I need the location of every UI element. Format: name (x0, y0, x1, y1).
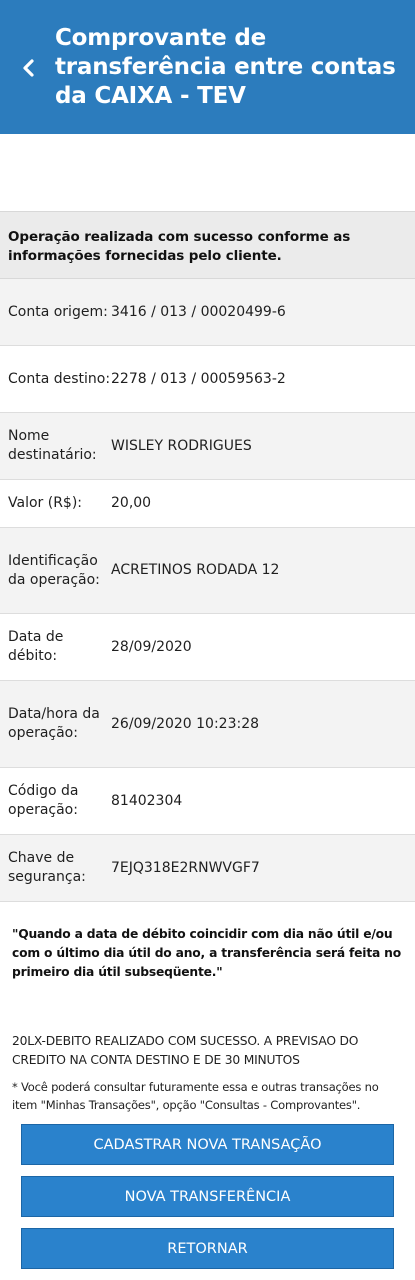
page-title: Comprovante de transferência entre conta… (55, 25, 396, 109)
business-day-notice: "Quando a data de débito coincidir com d… (12, 927, 401, 979)
new-transaction-button[interactable]: CADASTRAR NOVA TRANSAÇÃO (21, 1124, 394, 1165)
detail-label: Conta destino: (8, 370, 111, 387)
detail-label: Identificação da operação: (8, 552, 100, 588)
detail-row-conta-origem: Conta origem: 3416 / 013 / 00020499-6 (0, 279, 415, 346)
detail-value: 3416 / 013 / 00020499-6 (111, 303, 286, 320)
detail-value: 28/09/2020 (111, 638, 192, 655)
detail-row-conta-destino: Conta destino: 2278 / 013 / 00059563-2 (0, 346, 415, 413)
detail-value: 81402304 (111, 792, 183, 809)
detail-value: 2278 / 013 / 00059563-2 (111, 370, 286, 387)
detail-label: Valor (R$): (8, 495, 83, 511)
detail-label: Nome destinatário: (8, 428, 97, 463)
detail-value: 20,00 (111, 495, 152, 511)
transaction-details: Conta origem: 3416 / 013 / 00020499-6 Co… (0, 279, 415, 902)
detail-row-chave: Chave de segurança: 7EJQ318E2RNWVGF7 (0, 835, 415, 902)
detail-row-codigo: Código da operação: 81402304 (0, 768, 415, 835)
detail-row-nome-destinatario: Nome destinatário: WISLEY RODRIGUES (0, 413, 415, 480)
new-transfer-button[interactable]: NOVA TRANSFERÊNCIA (21, 1176, 394, 1217)
back-button[interactable] (14, 52, 42, 84)
detail-label: Data de débito: (8, 629, 64, 664)
detail-row-identificacao: Identificação da operação: ACRETINOS ROD… (0, 528, 415, 614)
detail-value: ACRETINOS RODADA 12 (111, 562, 280, 578)
detail-row-data-hora: Data/hora da operação: 26/09/2020 10:23:… (0, 681, 415, 768)
success-message: Operação realizada com sucesso conforme … (0, 211, 415, 279)
detail-value: 26/09/2020 10:23:28 (111, 715, 260, 732)
detail-value: WISLEY RODRIGUES (111, 437, 252, 454)
detail-value: 7EJQ318E2RNWVGF7 (111, 859, 260, 876)
result-message: 20LX-DEBITO REALIZADO COM SUCESSO. A PRE… (12, 1034, 359, 1067)
detail-row-data-debito: Data de débito: 28/09/2020 (0, 614, 415, 681)
detail-label: Conta origem: (8, 303, 108, 320)
detail-label: Chave de segurança: (8, 850, 86, 885)
detail-row-valor: Valor (R$): 20,00 (0, 480, 415, 528)
return-button[interactable]: RETORNAR (21, 1228, 394, 1269)
detail-label: Data/hora da operação: (8, 706, 100, 741)
app-header: Comprovante de transferência entre conta… (0, 0, 415, 134)
footnote: * Você poderá consultar futuramente essa… (12, 1080, 379, 1112)
detail-label: Código da operação: (8, 783, 79, 818)
chevron-left-icon (23, 59, 34, 77)
